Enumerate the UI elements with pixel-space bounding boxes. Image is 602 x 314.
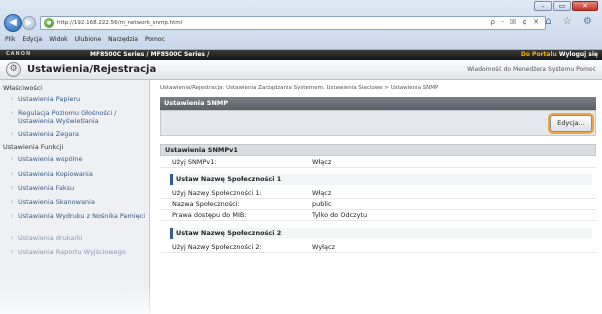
setting-label: Użyj Nazwy Społeczności 2: <box>172 243 262 251</box>
page-title: Ustawienia/Rejestracja <box>27 64 157 75</box>
sidebar-item-fax[interactable]: ◦ Ustawienia Faksu <box>10 184 146 192</box>
setting-row: Użyj SNMPv1: Włącz <box>160 157 596 168</box>
edit-button[interactable]: Edycja... <box>550 115 592 132</box>
bullet-icon: ◦ <box>10 130 14 138</box>
snmp-panel-title: Ustawienia SNMP <box>160 97 596 110</box>
window-controls: – ▭ ✕ <box>534 1 598 11</box>
setting-label: Użyj SNMPv1: <box>172 158 217 166</box>
maximize-button[interactable]: ▭ <box>553 1 571 11</box>
setting-value: Włącz <box>312 189 332 197</box>
address-tools-icons[interactable]: ρ - ☒ ¢ ✕ <box>491 18 541 26</box>
sidebar-item-report[interactable]: ◦ Ustawienia Raportu Wyjściowego <box>10 248 146 256</box>
bullet-icon: ◦ <box>10 109 14 117</box>
sidebar-item-label: Ustawienia wspólne <box>18 155 83 163</box>
setting-label: Nazwa Społeczności: <box>172 200 240 208</box>
bullet-icon: ◦ <box>10 234 14 242</box>
community1-section-title: Ustaw Nazwę Społeczności 1 <box>170 174 592 185</box>
community2-section-title: Ustaw Nazwę Społeczności 2 <box>170 228 592 239</box>
snmp-panel-body: Edycja... <box>160 110 596 136</box>
navigation-row: ◀ ▶ ● http://192.168.222.56/m_network_sn… <box>0 13 602 33</box>
minimize-button[interactable]: – <box>534 1 552 11</box>
printer-header-bar: CANON MF8500C Series / MF8500C Series / … <box>0 50 602 60</box>
browser-chrome: – ▭ ✕ ◀ ▶ ● http://192.168.222.56/m_netw… <box>0 0 602 50</box>
sidebar-item-label: Ustawienia Raportu Wyjściowego <box>18 248 126 256</box>
sidebar-item-label: Regulacja Poziomu Głośności / Ustawienia… <box>18 109 117 125</box>
menu-bar: Plik Edycja Widok Ulubione Narzędzia Pom… <box>0 34 602 44</box>
bullet-icon: ◦ <box>10 155 14 163</box>
address-bar[interactable]: ● http://192.168.222.56/m_network_snmp.h… <box>40 16 546 30</box>
main-content: Ustawienia/Rejestracja: Ustawienia Zarzą… <box>156 80 602 314</box>
close-window-button[interactable]: ✕ <box>572 1 598 11</box>
menu-tools[interactable]: Narzędzia <box>108 36 138 43</box>
sidebar-item-scan[interactable]: ◦ Ustawienia Skanowania <box>10 198 146 206</box>
back-arrow-icon[interactable]: ◀ <box>4 14 22 32</box>
setting-row: Prawa dostępu do MIB: Tylko do Odczytu <box>160 210 596 221</box>
setting-value: Wyłącz <box>312 243 335 251</box>
menu-file[interactable]: Plik <box>5 36 15 43</box>
printer-model: MF8500C Series / MF8500C Series / <box>90 51 210 58</box>
setting-value: Tylko do Odczytu <box>312 211 368 219</box>
bullet-icon: ◦ <box>10 170 14 178</box>
sidebar-item-printer[interactable]: ◦ Ustawienia drukarki <box>10 234 146 242</box>
setting-row: Użyj Nazwy Społeczności 1: Włącz <box>160 188 596 199</box>
admin-message-help-links[interactable]: Wiadomość do Menedżera Systemu Pomoc <box>467 66 596 73</box>
bullet-icon: ◦ <box>10 95 14 103</box>
setting-row: Użyj Nazwy Społeczności 2: Wyłącz <box>160 242 596 253</box>
breadcrumb: Ustawienia/Rejestracja: Ustawienia Zarzą… <box>160 85 439 91</box>
settings-icon: ⚙ <box>6 62 21 77</box>
url-text[interactable]: http://192.168.222.56/m_network_snmp.htm… <box>57 20 182 26</box>
setting-value: public <box>312 200 332 208</box>
setting-row: Nazwa Społeczności: public <box>160 199 596 210</box>
sidebar-item-common[interactable]: ◦ Ustawienia wspólne <box>10 155 146 163</box>
sidebar-item-label: Ustawienia drukarki <box>18 234 83 242</box>
snmpv1-section-title: Ustawienia SNMPv1 <box>160 144 596 156</box>
sidebar-item-label: Ustawienia Kopiowania <box>18 170 93 178</box>
sidebar: Właściwości ◦ Ustawienia Papieru ◦ Regulac… <box>0 80 150 314</box>
home-favorites-settings-icons[interactable]: ⌂ ☆ ⚙ <box>545 16 596 27</box>
setting-label: Użyj Nazwy Społeczności 1: <box>172 189 262 197</box>
sidebar-item-volume-display[interactable]: ◦ Regulacja Poziomu Głośności / Ustawieni… <box>10 109 146 125</box>
header-links: Do Portalu Wyloguj się <box>521 51 598 58</box>
sidebar-item-copy[interactable]: ◦ Ustawienia Kopiowania <box>10 170 146 178</box>
bullet-icon: ◦ <box>10 248 14 256</box>
bullet-icon: ◦ <box>10 212 14 220</box>
page-title-bar: ⚙ Ustawienia/Rejestracja Wiadomość do Me… <box>0 60 602 80</box>
bullet-icon: ◦ <box>10 184 14 192</box>
bullet-icon: ◦ <box>10 198 14 206</box>
setting-label: Prawa dostępu do MIB: <box>172 211 247 219</box>
setting-value: Włącz <box>312 158 332 166</box>
sidebar-heading-properties: Właściwości <box>3 84 43 92</box>
menu-view[interactable]: Widok <box>49 36 67 43</box>
sidebar-heading-functions: Ustawienia Funkcji <box>3 143 64 151</box>
brand-logo: CANON <box>6 51 32 57</box>
portal-link[interactable]: Do Portalu <box>521 51 557 58</box>
sidebar-item-paper[interactable]: ◦ Ustawienia Papieru <box>10 95 146 103</box>
logout-link[interactable]: Wyloguj się <box>559 51 598 58</box>
menu-help[interactable]: Pomoc <box>145 36 165 43</box>
sidebar-item-label: Ustawienia Zegara <box>18 130 79 138</box>
forward-arrow-icon[interactable]: ▶ <box>22 16 36 30</box>
sidebar-item-label: Ustawienia Skanowania <box>18 198 95 206</box>
menu-favorites[interactable]: Ulubione <box>75 36 102 43</box>
sidebar-item-label: Ustawienia Papieru <box>18 95 81 103</box>
sidebar-item-label: Ustawienia Wydruku z Nośnika Pamięci <box>18 212 146 220</box>
sidebar-item-clock[interactable]: ◦ Ustawienia Zegara <box>10 130 146 138</box>
sidebar-item-label: Ustawienia Faksu <box>18 184 75 192</box>
menu-edit[interactable]: Edycja <box>22 36 42 43</box>
sidebar-item-memory-print[interactable]: ◦ Ustawienia Wydruku z Nośnika Pamięci <box>10 212 146 220</box>
site-globe-icon: ● <box>44 18 54 28</box>
